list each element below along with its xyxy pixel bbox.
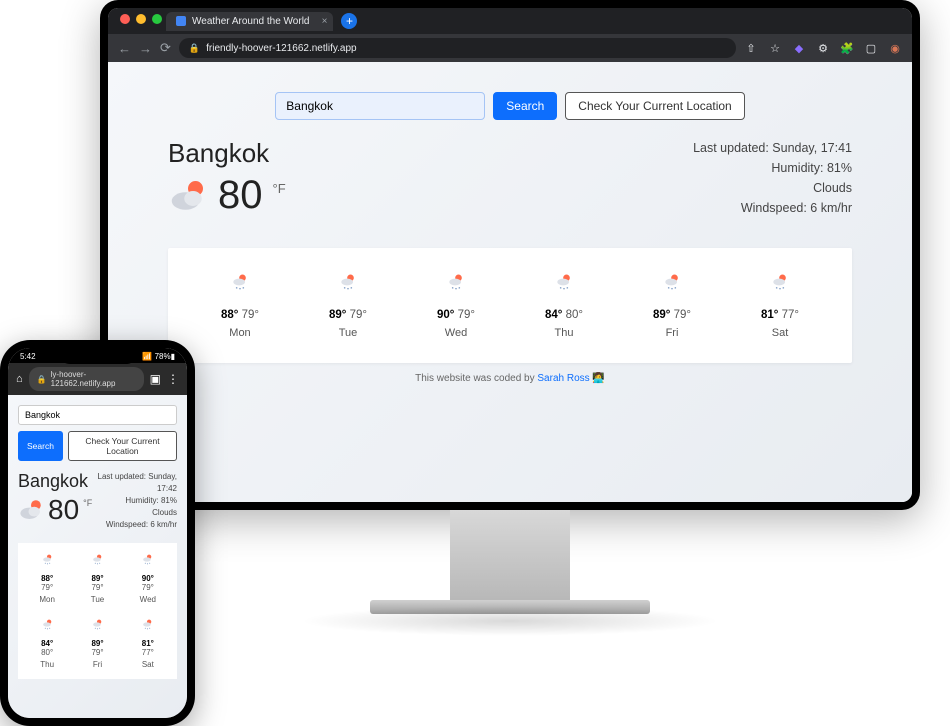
settings-icon[interactable]: ⚙ <box>816 41 830 55</box>
phone-city-name: Bangkok <box>18 471 92 492</box>
browser-tab-bar: Weather Around the World × + <box>108 8 912 34</box>
window-icon[interactable]: ▢ <box>864 41 878 55</box>
rain-icon <box>141 553 154 566</box>
phone-temperature: 80 <box>48 494 79 526</box>
url-input[interactable]: 🔒 friendly-hoover-121662.netlify.app <box>179 38 736 58</box>
home-icon[interactable]: ⌂ <box>16 373 23 385</box>
phone-city-search-input[interactable] <box>18 405 177 425</box>
rain-icon <box>554 272 574 292</box>
forecast-day: 81° 77° Sat <box>761 272 799 339</box>
rain-icon <box>41 618 54 631</box>
search-button[interactable]: Search <box>493 92 557 120</box>
phone-url-input[interactable]: 🔒 ly-hoover-121662.netlify.app <box>29 367 144 391</box>
url-text: friendly-hoover-121662.netlify.app <box>206 43 356 54</box>
phone-last-updated: Last updated: Sunday, 17:42 <box>92 471 177 495</box>
rain-icon <box>91 618 104 631</box>
rain-icon <box>91 553 104 566</box>
rain-icon <box>41 553 54 566</box>
city-search-input[interactable] <box>275 92 485 120</box>
city-name: Bangkok <box>168 138 286 169</box>
footer-credit: This website was coded by Sarah Ross 👩‍💻 <box>168 373 852 384</box>
phone-screen: 5:42 📶 78%▮ ⌂ 🔒 ly-hoover-121662.netlify… <box>8 348 187 718</box>
monitor-shadow <box>300 606 720 636</box>
status-time: 5:42 <box>20 352 36 361</box>
lock-icon: 🔒 <box>189 43 200 54</box>
back-button-icon[interactable]: ← <box>118 41 131 56</box>
forecast-day: 89° 79° Fri <box>653 272 691 339</box>
tab-favicon-icon <box>176 16 186 26</box>
phone-weather-app: Search Check Your Current Location Bangk… <box>8 395 187 718</box>
phone-humidity: Humidity: 81% <box>92 495 177 507</box>
rain-icon <box>770 272 790 292</box>
browser-address-bar: ← → ⟳ 🔒 friendly-hoover-121662.netlify.a… <box>108 34 912 62</box>
forecast-day: 88° 79° Mon <box>221 272 259 339</box>
phone-forecast-day: 89° 79° Fri <box>74 618 120 669</box>
profile-icon[interactable]: ◉ <box>888 41 902 55</box>
phone-forecast-day: 88° 79° Mon <box>24 553 70 604</box>
forecast-day: 84° 80° Thu <box>545 272 583 339</box>
close-tab-icon[interactable]: × <box>322 16 328 27</box>
pages-icon[interactable]: ▣ <box>150 372 161 386</box>
lock-icon: 🔒 <box>37 375 47 384</box>
phone-forecast-day: 84° 80° Thu <box>24 618 70 669</box>
phone-condition: Clouds <box>92 507 177 519</box>
share-icon[interactable]: ⇧ <box>744 41 758 55</box>
reload-button-icon[interactable]: ⟳ <box>160 40 171 56</box>
phone-url-text: ly-hoover-121662.netlify.app <box>51 370 136 388</box>
monitor-stand <box>450 510 570 600</box>
current-location-button[interactable]: Check Your Current Location <box>565 92 744 120</box>
extension-icon[interactable]: ◆ <box>792 41 806 55</box>
phone-windspeed: Windspeed: 6 km/hr <box>92 519 177 531</box>
desktop-monitor: Weather Around the World × + ← → ⟳ 🔒 fri… <box>100 0 920 636</box>
mobile-phone: 5:42 📶 78%▮ ⌂ 🔒 ly-hoover-121662.netlify… <box>0 340 195 726</box>
status-indicators: 📶 78%▮ <box>142 352 175 361</box>
phone-forecast-day: 90° 79° Wed <box>125 553 171 604</box>
phone-search-button[interactable]: Search <box>18 431 63 461</box>
forecast-day: 89° 79° Tue <box>329 272 367 339</box>
close-window-icon[interactable] <box>120 14 130 24</box>
phone-forecast-day: 89° 79° Tue <box>74 553 120 604</box>
phone-forecast-day: 81° 77° Sat <box>125 618 171 669</box>
phone-notch <box>58 348 138 364</box>
temperature-unit: °F <box>273 181 286 196</box>
cloud-sun-icon <box>18 497 44 523</box>
forecast-card: 88° 79° Mon 89° 79° Tue 90° 79° Wed <box>168 248 852 363</box>
weather-app: Search Check Your Current Location Bangk… <box>108 62 912 502</box>
phone-unit: °F <box>83 498 92 508</box>
weather-details: Last updated: Sunday, 17:41 Humidity: 81… <box>693 138 852 218</box>
phone-address-bar: ⌂ 🔒 ly-hoover-121662.netlify.app ▣ ⋮ <box>8 363 187 395</box>
rain-icon <box>662 272 682 292</box>
maximize-window-icon[interactable] <box>152 14 162 24</box>
monitor-screen: Weather Around the World × + ← → ⟳ 🔒 fri… <box>108 8 912 502</box>
windspeed: Windspeed: 6 km/hr <box>693 198 852 218</box>
forward-button-icon[interactable]: → <box>139 41 152 56</box>
rain-icon <box>338 272 358 292</box>
more-icon[interactable]: ⋮ <box>167 372 179 386</box>
extensions-icon[interactable]: 🧩 <box>840 41 854 55</box>
minimize-window-icon[interactable] <box>136 14 146 24</box>
last-updated: Last updated: Sunday, 17:41 <box>693 138 852 158</box>
phone-forecast-card: 88° 79° Mon 89° 79° Tue 90° 79° We <box>18 543 177 679</box>
condition: Clouds <box>693 178 852 198</box>
new-tab-button[interactable]: + <box>341 13 357 29</box>
phone-location-button[interactable]: Check Your Current Location <box>68 431 177 461</box>
forecast-day: 90° 79° Wed <box>437 272 475 339</box>
humidity: Humidity: 81% <box>693 158 852 178</box>
bookmark-icon[interactable]: ☆ <box>768 41 782 55</box>
author-link[interactable]: Sarah Ross <box>537 373 589 384</box>
phone-weather-details: Last updated: Sunday, 17:42 Humidity: 81… <box>92 471 177 531</box>
rain-icon <box>141 618 154 631</box>
rain-icon <box>230 272 250 292</box>
current-temperature: 80 <box>218 173 263 218</box>
browser-tab[interactable]: Weather Around the World × <box>166 12 333 31</box>
tab-title: Weather Around the World <box>192 16 309 27</box>
rain-icon <box>446 272 466 292</box>
cloud-sun-icon <box>168 176 208 216</box>
window-controls[interactable] <box>120 14 162 24</box>
